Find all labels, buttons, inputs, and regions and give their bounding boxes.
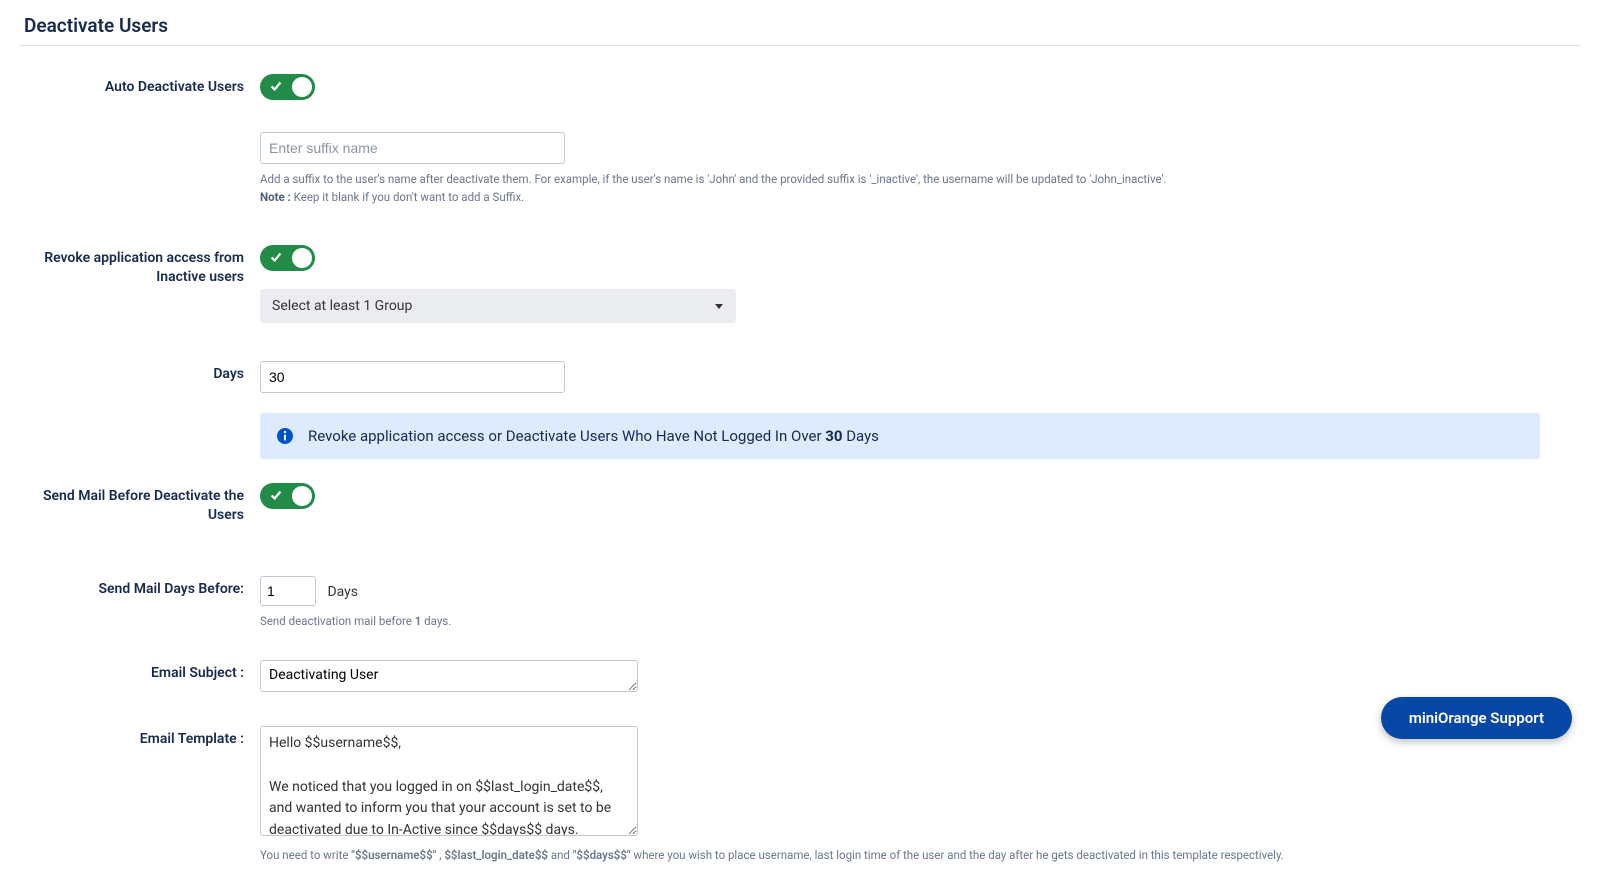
- send-mail-label: Send Mail Before Deactivate the Users: [20, 483, 260, 526]
- group-select-placeholder: Select at least 1 Group: [272, 298, 412, 314]
- suffix-input[interactable]: [260, 132, 565, 164]
- mail-days-help: Send deactivation mail before 1 days.: [260, 612, 1540, 630]
- days-label: Days: [20, 361, 260, 385]
- mail-days-label: Send Mail Days Before:: [20, 576, 260, 600]
- email-template-input[interactable]: [260, 726, 638, 836]
- chevron-down-icon: [714, 301, 724, 311]
- suffix-help-text: Add a suffix to the user's name after de…: [260, 170, 1540, 207]
- info-icon: [276, 427, 294, 445]
- mail-days-input[interactable]: [260, 576, 316, 606]
- auto-deactivate-label: Auto Deactivate Users: [20, 74, 260, 98]
- check-icon: [269, 250, 283, 264]
- revoke-access-label: Revoke application access from Inactive …: [20, 245, 260, 288]
- support-button[interactable]: miniOrange Support: [1381, 697, 1572, 739]
- template-help: You need to write "$$username$$" , $$las…: [260, 846, 1540, 864]
- auto-deactivate-toggle[interactable]: [260, 74, 315, 100]
- check-icon: [269, 488, 283, 502]
- days-input[interactable]: [260, 361, 565, 393]
- email-template-label: Email Template :: [20, 726, 260, 750]
- divider: [20, 45, 1580, 46]
- email-subject-input[interactable]: [260, 660, 638, 692]
- email-subject-label: Email Subject :: [20, 660, 260, 684]
- info-banner: Revoke application access or Deactivate …: [260, 413, 1540, 459]
- group-select[interactable]: Select at least 1 Group: [260, 289, 736, 323]
- revoke-access-toggle[interactable]: [260, 245, 315, 271]
- check-icon: [269, 79, 283, 93]
- mail-days-unit: Days: [327, 584, 358, 600]
- send-mail-toggle[interactable]: [260, 483, 315, 509]
- page-title: Deactivate Users: [20, 0, 1580, 45]
